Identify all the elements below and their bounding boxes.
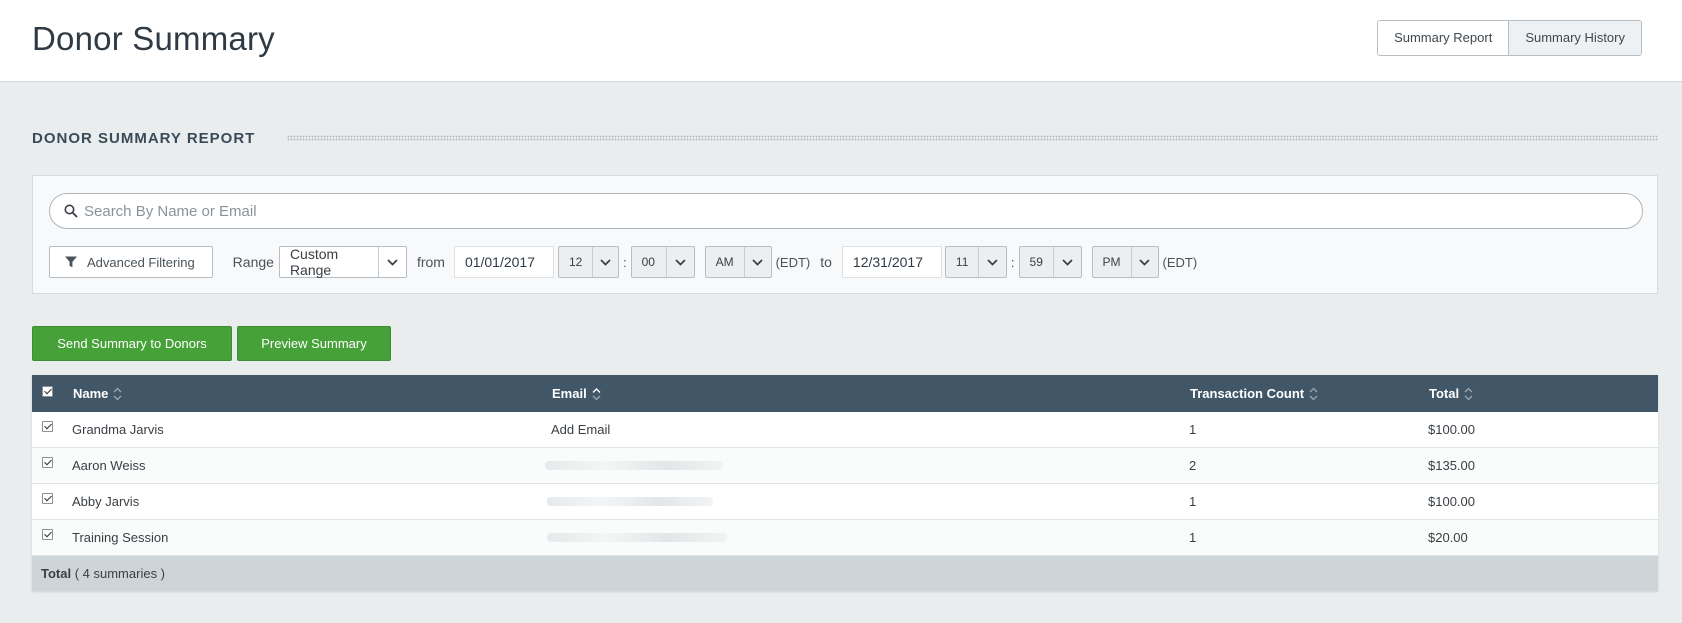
donor-total: $100.00 xyxy=(1428,422,1475,437)
table-row: Abby Jarvis 1 $100.00 xyxy=(32,484,1658,520)
table-body: Grandma Jarvis Add Email 1 $100.00 Aaron… xyxy=(32,412,1658,556)
chevron-down-icon xyxy=(1052,247,1081,277)
sort-icon xyxy=(113,387,122,400)
redacted-email xyxy=(547,497,713,506)
footer-total-label: Total xyxy=(41,566,72,581)
from-ampm-select[interactable]: AM xyxy=(704,246,772,278)
donor-total: $20.00 xyxy=(1428,530,1468,545)
donor-name: Aaron Weiss xyxy=(72,458,146,473)
advanced-filtering-button[interactable]: Advanced Filtering xyxy=(49,246,213,278)
row-checkbox[interactable] xyxy=(42,421,53,432)
chevron-down-icon xyxy=(592,247,618,277)
to-label: to xyxy=(820,254,832,270)
chevron-down-icon xyxy=(1130,247,1158,277)
section-heading: DONOR SUMMARY REPORT xyxy=(32,128,1658,148)
row-checkbox[interactable] xyxy=(42,457,53,468)
range-value: Custom Range xyxy=(289,246,339,278)
donor-name: Grandma Jarvis xyxy=(72,422,164,437)
table-row: Grandma Jarvis Add Email 1 $100.00 xyxy=(32,412,1658,448)
donor-name: Training Session xyxy=(72,530,169,545)
to-date-input[interactable]: 12/31/2017 xyxy=(841,246,942,278)
transaction-count: 1 xyxy=(1189,494,1197,509)
redacted-email xyxy=(547,533,727,542)
to-ampm-select[interactable]: PM xyxy=(1091,246,1159,278)
filter-icon xyxy=(65,256,77,268)
row-checkbox[interactable] xyxy=(42,529,53,540)
page-title: Donor Summary xyxy=(32,20,275,57)
table-row: Training Session 1 $20.00 xyxy=(32,520,1658,556)
column-header-name[interactable]: Name xyxy=(73,386,122,401)
sort-ascending-icon xyxy=(592,387,601,400)
from-hour-value: 12 xyxy=(568,255,583,269)
tab-summary-report[interactable]: Summary Report xyxy=(1378,21,1509,55)
from-hour-select[interactable]: 12 xyxy=(557,246,619,278)
sort-icon xyxy=(1309,387,1318,400)
from-minute-value: 00 xyxy=(641,255,655,269)
time-separator: : xyxy=(622,254,627,270)
send-summary-button[interactable]: Send Summary to Donors xyxy=(32,326,232,361)
chevron-down-icon xyxy=(377,247,406,277)
column-header-total-label: Total xyxy=(1429,386,1460,401)
column-header-email[interactable]: Email xyxy=(552,386,601,401)
sort-icon xyxy=(1464,387,1473,400)
column-header-name-label: Name xyxy=(73,386,109,401)
donor-summary-table: Name Email Transaction Count Total Grand… xyxy=(32,375,1658,591)
from-timezone: (EDT) xyxy=(775,254,811,270)
donor-total: $100.00 xyxy=(1428,494,1475,509)
advanced-filtering-label: Advanced Filtering xyxy=(87,254,195,270)
column-header-transaction-count[interactable]: Transaction Count xyxy=(1190,386,1318,401)
column-header-count-label: Transaction Count xyxy=(1190,386,1305,401)
range-select[interactable]: Custom Range xyxy=(278,246,407,278)
chevron-down-icon xyxy=(743,247,771,277)
chevron-down-icon xyxy=(978,247,1006,277)
table-footer: Total ( 4 summaries ) xyxy=(32,556,1658,591)
footer-summary-count: ( 4 summaries ) xyxy=(74,566,166,581)
redacted-email xyxy=(545,461,723,470)
transaction-count: 2 xyxy=(1189,458,1197,473)
add-email-link[interactable]: Add Email xyxy=(551,422,610,437)
row-checkbox[interactable] xyxy=(42,493,53,504)
section-title: DONOR SUMMARY REPORT xyxy=(32,129,256,147)
table-header: Name Email Transaction Count Total xyxy=(32,375,1658,412)
dotted-divider xyxy=(287,135,1658,141)
chevron-down-icon xyxy=(665,247,694,277)
search-box[interactable] xyxy=(49,193,1643,229)
filter-panel: Advanced Filtering Range Custom Range fr… xyxy=(32,175,1658,294)
search-input[interactable] xyxy=(84,194,1584,228)
to-timezone: (EDT) xyxy=(1162,254,1198,270)
column-header-total[interactable]: Total xyxy=(1429,386,1473,401)
to-minute-value: 59 xyxy=(1029,255,1043,269)
from-label: from xyxy=(416,254,445,270)
page-header: Donor Summary Summary Report Summary His… xyxy=(0,0,1682,82)
preview-summary-button[interactable]: Preview Summary xyxy=(237,326,391,361)
from-date-input[interactable]: 01/01/2017 xyxy=(453,246,554,278)
from-ampm-value: AM xyxy=(715,255,734,269)
search-icon xyxy=(64,204,78,221)
time-separator: : xyxy=(1010,254,1015,270)
to-hour-select[interactable]: 11 xyxy=(944,246,1007,278)
from-minute-select[interactable]: 00 xyxy=(630,246,695,278)
range-filter-row: Advanced Filtering Range Custom Range fr… xyxy=(49,245,1197,279)
to-minute-select[interactable]: 59 xyxy=(1018,246,1082,278)
transaction-count: 1 xyxy=(1189,530,1197,545)
transaction-count: 1 xyxy=(1189,422,1197,437)
view-toggle: Summary Report Summary History xyxy=(1377,20,1642,56)
donor-total: $135.00 xyxy=(1428,458,1475,473)
table-row: Aaron Weiss 2 $135.00 xyxy=(32,448,1658,484)
to-hour-value: 11 xyxy=(955,255,969,269)
tab-summary-history[interactable]: Summary History xyxy=(1508,21,1641,55)
select-all-checkbox[interactable] xyxy=(42,386,53,397)
to-ampm-value: PM xyxy=(1102,255,1121,269)
column-header-email-label: Email xyxy=(552,386,587,401)
range-label: Range xyxy=(232,254,274,270)
donor-name: Abby Jarvis xyxy=(72,494,140,509)
